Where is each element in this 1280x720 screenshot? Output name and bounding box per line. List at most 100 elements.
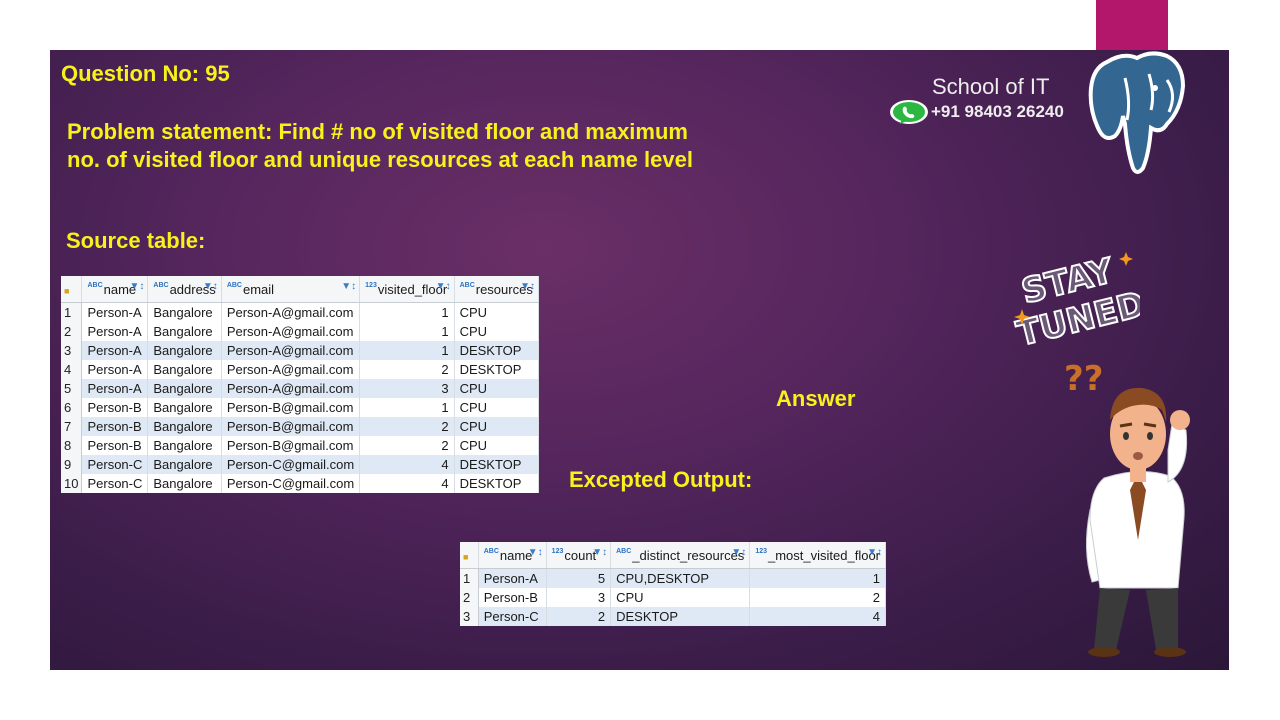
stay-tuned-sticker: STAY TUNED: [1012, 250, 1140, 353]
cell-most-visited-floor: 2: [749, 588, 886, 607]
cell-name: Person-A: [81, 322, 149, 341]
cell-visited-floor: 4: [359, 455, 455, 474]
table-row[interactable]: 6 Person-B Bangalore Person-B@gmail.com 1 CPU: [61, 398, 540, 417]
cell-name: Person-A: [81, 360, 149, 379]
table-row[interactable]: 4 Person-A Bangalore Person-A@gmail.com 2 DES…: [61, 360, 540, 379]
column-label: email: [242, 281, 275, 297]
cell-count: 3: [546, 588, 612, 607]
cell-name: Person-C: [81, 474, 149, 493]
question-number: Question No: 95: [61, 61, 230, 86]
problem-statement: Problem statement: Find # no of visited …: [67, 118, 693, 174]
table-row[interactable]: 9 Person-C Bangalore Person-C@gmail.com 4 DES…: [61, 455, 540, 474]
row-number: 10: [61, 474, 83, 493]
cell-email: Person-C@gmail.com: [221, 455, 361, 474]
cell-resources: CPU: [454, 417, 540, 436]
cell-visited-floor: 1: [359, 322, 455, 341]
cell-visited-floor: 4: [359, 474, 455, 493]
filter-sort-icon[interactable]: ▼↕: [867, 547, 882, 558]
cell-resources: DESKTOP: [454, 360, 540, 379]
table-row[interactable]: 2 Person-B 3 CPU 2: [460, 588, 886, 607]
source-table-header: ■ ABCname ▼↕ ABCaddress ▼↕ ABCemail ▼↕ 123v…: [61, 276, 540, 303]
output-table-header: ■ ABCname ▼↕ 123count ▼↕ ABC_distinct_reso…: [460, 542, 886, 569]
cell-resources: DESKTOP: [454, 474, 540, 493]
filter-sort-icon[interactable]: ▼↕: [592, 547, 607, 558]
type-tag: ABC: [459, 281, 475, 289]
expected-output-label: Excepted Output:: [569, 467, 753, 492]
filter-sort-icon[interactable]: ▼↕: [528, 547, 543, 558]
table-row[interactable]: 5 Person-A Bangalore Person-A@gmail.com 3 CPU: [61, 379, 540, 398]
filter-sort-icon[interactable]: ▼↕: [436, 281, 451, 292]
cell-name: Person-B: [81, 417, 149, 436]
cell-count: 5: [546, 568, 612, 588]
sparkle-icon: [1119, 252, 1133, 266]
cell-most-visited-floor: 1: [749, 568, 886, 588]
row-number: 5: [61, 379, 83, 398]
row-number: 2: [460, 588, 479, 607]
cell-resources: DESKTOP: [454, 341, 540, 360]
cell-visited-floor: 1: [359, 341, 455, 360]
table-row[interactable]: 1 Person-A 5 CPU,DESKTOP 1: [460, 568, 886, 588]
table-row[interactable]: 8 Person-B Bangalore Person-B@gmail.com 2 CPU: [61, 436, 540, 455]
cell-address: Bangalore: [147, 455, 222, 474]
cell-resources: CPU: [454, 379, 540, 398]
cell-address: Bangalore: [147, 360, 222, 379]
type-tag: ABC: [616, 547, 632, 555]
filter-sort-icon[interactable]: ▼↕: [203, 281, 218, 292]
column-header[interactable]: ABC_distinct_resources ▼↕: [610, 542, 751, 569]
cell-address: Bangalore: [147, 436, 222, 455]
phone-number: +91 98403 26240: [931, 102, 1064, 121]
table-row[interactable]: 3 Person-A Bangalore Person-A@gmail.com 1 DES…: [61, 341, 540, 360]
cell-email: Person-A@gmail.com: [221, 302, 361, 322]
column-header[interactable]: ABCresources ▼↕: [454, 276, 540, 303]
type-tag: ABC: [226, 281, 242, 289]
filter-sort-icon[interactable]: ▼↕: [341, 281, 356, 292]
cell-address: Bangalore: [147, 474, 222, 493]
column-header[interactable]: ABCname ▼↕: [478, 542, 547, 569]
filter-sort-icon[interactable]: ▼↕: [731, 547, 746, 558]
cell-email: Person-B@gmail.com: [221, 417, 361, 436]
cell-visited-floor: 1: [359, 302, 455, 322]
cell-email: Person-A@gmail.com: [221, 360, 361, 379]
column-label: _distinct_resources: [632, 547, 745, 563]
output-table: ■ ABCname ▼↕ 123count ▼↕ ABC_distinct_reso…: [460, 542, 886, 626]
cell-name: Person-B: [478, 588, 547, 607]
cell-visited-floor: 1: [359, 398, 455, 417]
source-table: ■ ABCname ▼↕ ABCaddress ▼↕ ABCemail ▼↕ 123v…: [61, 276, 540, 493]
cell-visited-floor: 2: [359, 417, 455, 436]
column-header[interactable]: 123visited_floor ▼↕: [359, 276, 455, 303]
corner-cell: ■: [61, 276, 83, 303]
cell-name: Person-A: [478, 568, 547, 588]
table-row[interactable]: 10 Person-C Bangalore Person-C@gmail.com 4 DE…: [61, 474, 540, 493]
type-tag: ABC: [153, 281, 169, 289]
column-header[interactable]: 123_most_visited_floor ▼↕: [749, 542, 886, 569]
table-row[interactable]: 2 Person-A Bangalore Person-A@gmail.com 1 CPU: [61, 322, 540, 341]
column-header[interactable]: ABCemail ▼↕: [221, 276, 361, 303]
cell-email: Person-B@gmail.com: [221, 398, 361, 417]
cell-address: Bangalore: [147, 417, 222, 436]
cell-address: Bangalore: [147, 341, 222, 360]
row-number: 4: [61, 360, 83, 379]
cell-visited-floor: 2: [359, 360, 455, 379]
question-marks: ??: [1064, 359, 1103, 399]
cell-name: Person-A: [81, 379, 149, 398]
table-row[interactable]: 3 Person-C 2 DESKTOP 4: [460, 607, 886, 626]
row-number: 1: [61, 302, 83, 322]
cell-name: Person-C: [81, 455, 149, 474]
answer-label: Answer: [776, 386, 856, 411]
confused-man-illustration: ??: [1064, 359, 1190, 657]
column-header[interactable]: ABCname ▼↕: [81, 276, 149, 303]
cell-name: Person-B: [81, 398, 149, 417]
column-header[interactable]: 123count ▼↕: [546, 542, 612, 569]
table-row[interactable]: 1 Person-A Bangalore Person-A@gmail.com 1 CPU: [61, 302, 540, 322]
cell-visited-floor: 3: [359, 379, 455, 398]
column-header[interactable]: ABCaddress ▼↕: [147, 276, 222, 303]
cell-count: 2: [546, 607, 612, 626]
cell-resources: DESKTOP: [454, 455, 540, 474]
cell-name: Person-B: [81, 436, 149, 455]
table-row[interactable]: 7 Person-B Bangalore Person-B@gmail.com 2 CPU: [61, 417, 540, 436]
cell-name: Person-A: [81, 302, 149, 322]
type-tag: 123: [755, 547, 767, 555]
filter-sort-icon[interactable]: ▼↕: [520, 281, 535, 292]
cell-visited-floor: 2: [359, 436, 455, 455]
filter-sort-icon[interactable]: ▼↕: [129, 281, 144, 292]
